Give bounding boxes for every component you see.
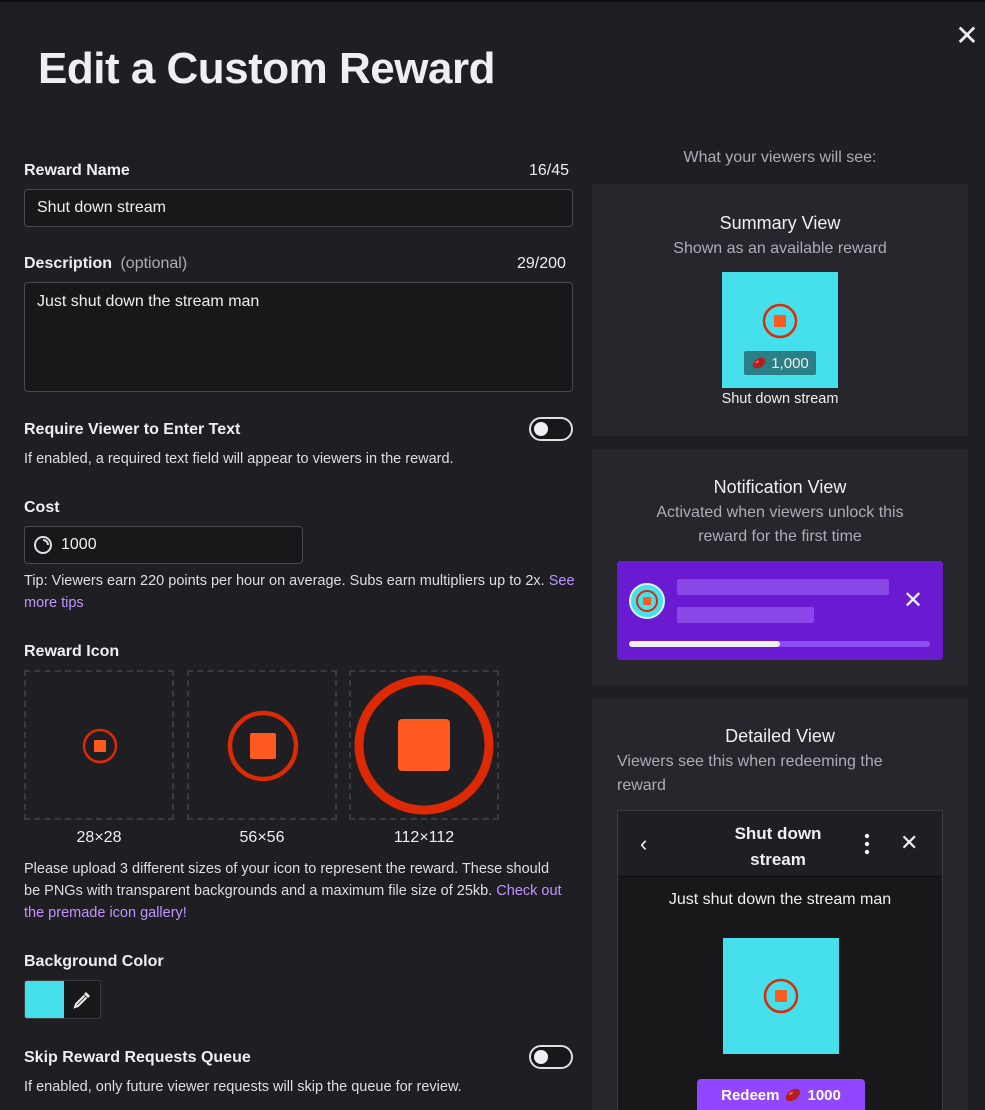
reward-name-input[interactable]: Shut down stream (24, 189, 573, 227)
icon-upload-56[interactable] (187, 670, 337, 820)
description-counter: 29/200 (517, 255, 566, 272)
notification-progress-track (629, 641, 930, 647)
detailed-reward-image (723, 938, 839, 1054)
redeem-label: Redeem (721, 1087, 780, 1104)
detailed-subtitle-1: Viewers see this when redeeming the (617, 753, 883, 770)
cost-tip-text: Tip: Viewers earn 220 points per hour on… (24, 573, 545, 589)
bean-icon (752, 357, 766, 369)
reward-icon-label: Reward Icon (24, 643, 120, 660)
stop-icon-large (354, 675, 494, 815)
background-color-label: Background Color (24, 953, 164, 970)
detailed-close-icon[interactable]: ✕ (900, 830, 918, 856)
color-picker[interactable] (24, 980, 101, 1019)
cost-input[interactable]: 1000 (24, 526, 303, 564)
more-options-icon[interactable] (864, 833, 870, 855)
summary-view-subtitle: Shown as an available reward (673, 240, 887, 257)
channel-points-icon (33, 535, 53, 555)
reward-name-label: Reward Name (24, 162, 130, 179)
redeem-cost: 1000 (807, 1087, 841, 1104)
edit-reward-modal: Edit a Custom Reward ✕ Reward Name 16/45… (0, 0, 985, 1110)
detailed-subtitle-2: reward (617, 777, 666, 794)
reward-icon-help: Please upload 3 different sizes of your … (24, 858, 564, 924)
reward-icon-help-text: Please upload 3 different sizes of your … (24, 861, 550, 899)
summary-view-panel: Summary View Shown as an available rewar… (592, 184, 968, 436)
notification-view-title: Notification View (713, 477, 847, 497)
description-textarea[interactable]: Just shut down the stream man (24, 282, 573, 392)
summary-cost: 1,000 (771, 354, 809, 372)
skip-queue-toggle[interactable] (529, 1045, 573, 1069)
notification-view-panel: Notification View Activated when viewers… (592, 449, 968, 685)
detailed-header-title: Shut down stream (698, 821, 858, 873)
icon-size-56-label: 56×56 (239, 829, 285, 846)
notification-close-icon[interactable]: ✕ (903, 587, 923, 615)
modal-title: Edit a Custom Reward (38, 44, 495, 93)
detailed-description: Just shut down the stream man (668, 891, 892, 908)
icon-upload-28[interactable] (24, 670, 174, 820)
eyedropper-icon[interactable] (64, 981, 100, 1018)
notification-progress-fill (629, 641, 780, 647)
reward-name-counter: 16/45 (529, 162, 570, 179)
back-chevron-icon[interactable]: ‹ (640, 831, 647, 857)
detailed-header-line1: Shut down (734, 824, 822, 843)
detailed-card-header: ‹ Shut down stream ✕ (618, 811, 942, 877)
toggle-knob (534, 422, 548, 436)
description-optional: (optional) (120, 255, 188, 272)
bean-icon (786, 1088, 801, 1102)
detailed-header-line2: stream (750, 850, 806, 869)
skip-queue-help: If enabled, only future viewer requests … (24, 1079, 462, 1095)
detailed-view-title: Detailed View (725, 726, 835, 746)
summary-reward-card: 1,000 (722, 272, 838, 388)
notification-placeholder-line (677, 607, 814, 623)
toggle-knob (534, 1050, 548, 1064)
summary-reward-name: Shut down stream (721, 391, 839, 407)
stop-icon-small (82, 728, 118, 764)
icon-upload-112[interactable] (349, 670, 499, 820)
notification-subtitle-1: Activated when viewers unlock this (656, 504, 904, 521)
stop-icon (763, 978, 799, 1014)
summary-cost-badge: 1,000 (744, 351, 816, 375)
stop-icon (762, 303, 798, 339)
detailed-card: ‹ Shut down stream ✕ Just shut down the … (617, 810, 943, 1110)
require-text-toggle[interactable] (529, 417, 573, 441)
detailed-view-panel: Detailed View Viewers see this when rede… (592, 698, 968, 1110)
icon-size-112-label: 112×112 (393, 829, 455, 846)
cost-tip: Tip: Viewers earn 220 points per hour on… (24, 570, 579, 614)
skip-queue-label: Skip Reward Requests Queue (24, 1049, 251, 1066)
close-icon[interactable]: ✕ (955, 22, 979, 50)
description-label-text: Description (24, 255, 113, 272)
description-label: Description (optional) (24, 255, 187, 273)
preview-heading: What your viewers will see: (683, 149, 877, 166)
require-text-label: Require Viewer to Enter Text (24, 421, 241, 438)
stop-icon-medium (227, 710, 299, 782)
require-text-help: If enabled, a required text field will a… (24, 451, 454, 467)
notification-reward-icon (629, 583, 665, 619)
redeem-button[interactable]: Redeem 1000 (697, 1079, 865, 1110)
color-swatch[interactable] (25, 981, 64, 1018)
summary-view-title: Summary View (719, 213, 841, 233)
notification-subtitle-2: reward for the first time (698, 528, 862, 545)
notification-placeholder-line (677, 579, 889, 595)
cost-label: Cost (24, 499, 60, 516)
icon-size-28-label: 28×28 (76, 829, 122, 846)
notification-card: ✕ (617, 561, 943, 660)
